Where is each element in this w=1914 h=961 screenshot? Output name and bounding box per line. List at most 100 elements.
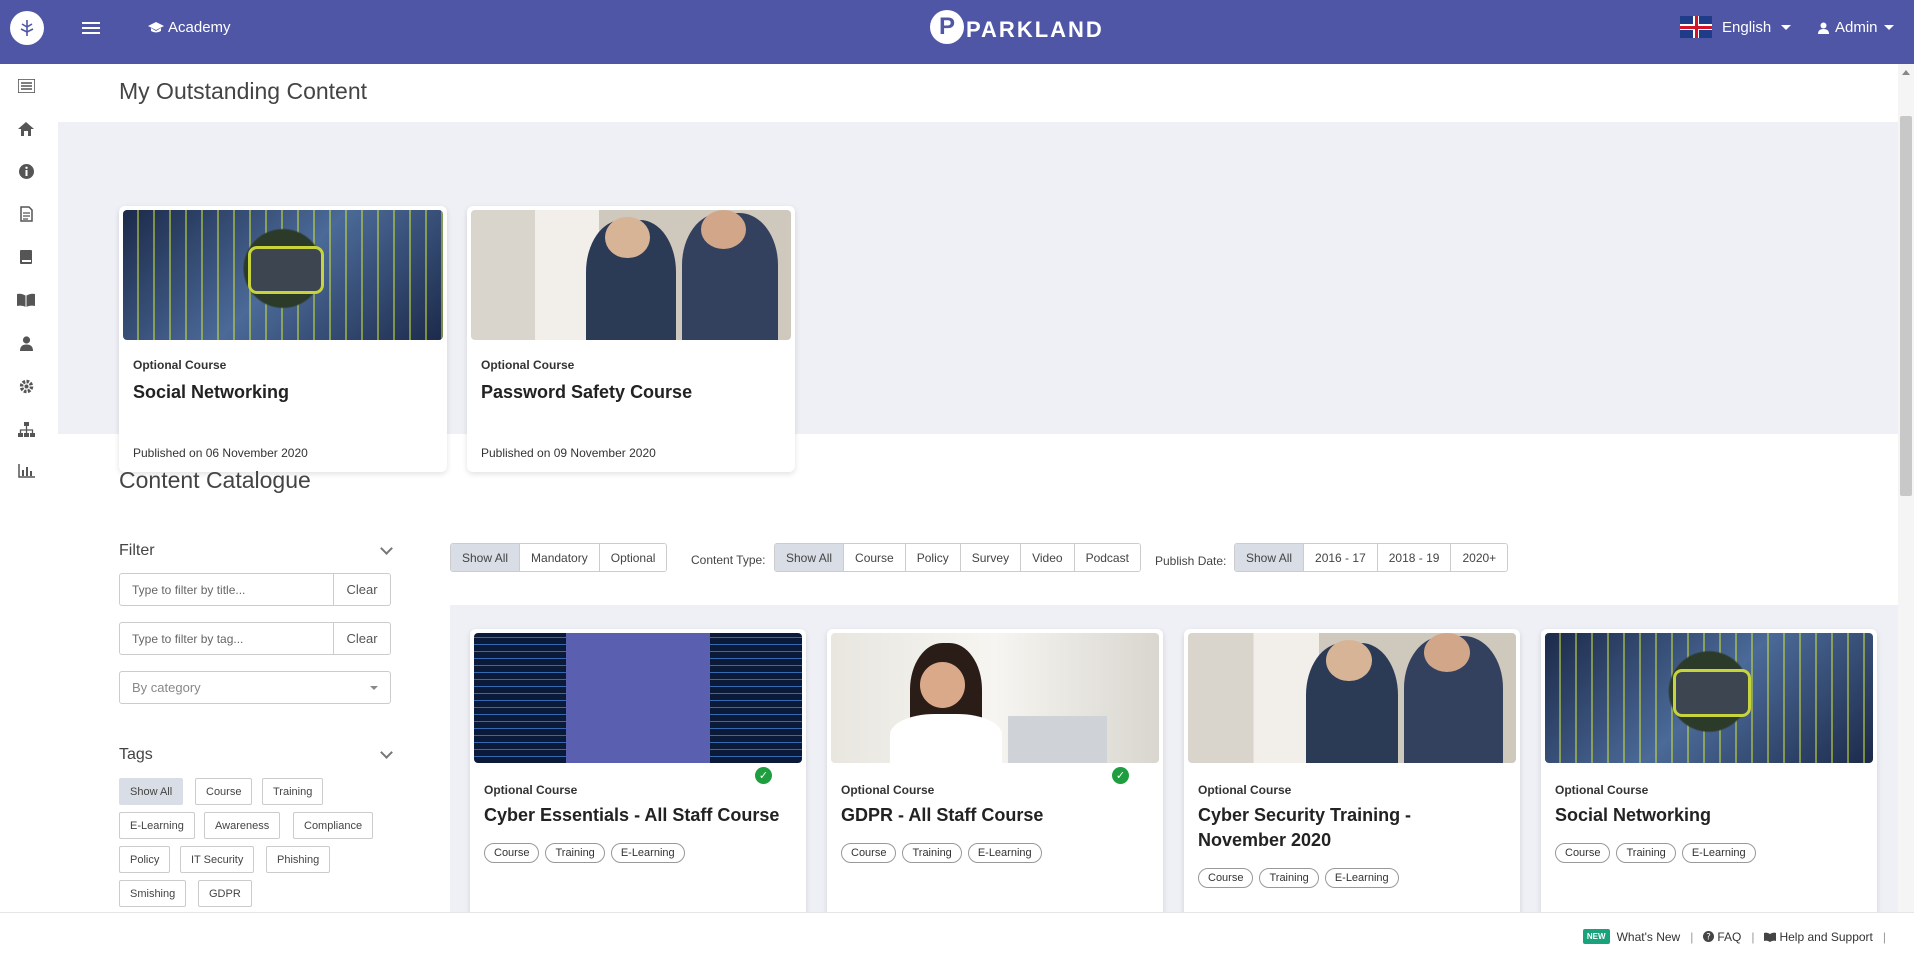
- clear-title-button[interactable]: Clear: [333, 574, 390, 605]
- content-type-podcast[interactable]: Podcast: [1074, 544, 1140, 571]
- info-icon[interactable]: [16, 161, 36, 181]
- scroll-up-icon[interactable]: [1902, 70, 1910, 75]
- content-type-show-all[interactable]: Show All: [775, 544, 845, 571]
- tag-filter: Clear: [119, 622, 391, 655]
- publish-date-2018-19[interactable]: 2018 - 19: [1377, 544, 1452, 571]
- tag-filter-training[interactable]: Training: [262, 778, 324, 805]
- book-icon[interactable]: [16, 247, 36, 267]
- tag-filter-compliance[interactable]: Compliance: [293, 812, 374, 839]
- tag-filter-gdpr[interactable]: GDPR: [198, 880, 252, 907]
- tag-pill[interactable]: Course: [484, 843, 540, 863]
- tag-pill[interactable]: E-Learning: [1681, 843, 1756, 863]
- content-kind: Optional Course: [481, 358, 575, 372]
- card-title: Cyber Security Training - November 2020: [1198, 805, 1412, 850]
- tag-pill[interactable]: E-Learning: [1324, 868, 1399, 888]
- completed-check-icon: ✓: [1112, 767, 1129, 784]
- new-badge: NEW: [1582, 929, 1610, 944]
- publish-date-label: Publish Date:: [1155, 554, 1227, 568]
- content-type-filter: Show All Course Policy Survey Video Podc…: [774, 543, 1141, 572]
- help-link[interactable]: Help and Support: [1764, 930, 1873, 944]
- tag-filter-smishing[interactable]: Smishing: [119, 880, 187, 907]
- outstanding-card[interactable]: Optional Course Social Networking Publis…: [119, 206, 447, 472]
- tags-section-toggle[interactable]: Tags: [119, 746, 393, 764]
- content-type-survey[interactable]: Survey: [960, 544, 1022, 571]
- requirement-optional[interactable]: Optional: [599, 544, 667, 571]
- course-thumbnail: [474, 633, 802, 763]
- chevron-down-icon: [1883, 25, 1894, 30]
- app-logo[interactable]: [10, 11, 44, 45]
- tag-pill[interactable]: E-Learning: [610, 843, 685, 863]
- content-type-policy[interactable]: Policy: [905, 544, 961, 571]
- category-placeholder: By category: [132, 680, 201, 695]
- user-menu[interactable]: Admin: [1818, 19, 1894, 36]
- tag-filter-input[interactable]: [120, 623, 333, 654]
- catalogue-card[interactable]: ✓ Optional Course Cyber Essentials - All…: [470, 629, 806, 924]
- content-type-video[interactable]: Video: [1021, 544, 1075, 571]
- title-filter-input[interactable]: [120, 574, 333, 605]
- publish-date-show-all[interactable]: Show All: [1235, 544, 1305, 571]
- list-icon[interactable]: [16, 76, 36, 96]
- tag-pill[interactable]: Course: [1198, 868, 1254, 888]
- publish-date-2016-17[interactable]: 2016 - 17: [1304, 544, 1378, 571]
- title-filter: Clear: [119, 573, 391, 606]
- catalogue-card[interactable]: Optional Course Social Networking Course…: [1541, 629, 1877, 924]
- chevron-down-icon: [370, 685, 378, 690]
- tag-pill[interactable]: Training: [1616, 843, 1676, 863]
- card-tags: Course Training E-Learning: [484, 843, 685, 863]
- publish-date-filter: Show All 2016 - 17 2018 - 19 2020+: [1234, 543, 1509, 572]
- clear-tag-button[interactable]: Clear: [333, 623, 390, 654]
- sitemap-icon[interactable]: [16, 419, 36, 439]
- tag-filter-show-all[interactable]: Show All: [119, 778, 184, 805]
- catalogue-grid: ✓ Optional Course Cyber Essentials - All…: [450, 605, 1898, 924]
- scrollbar-thumb[interactable]: [1900, 116, 1912, 496]
- main-content: My Outstanding Content Optional Course S…: [58, 64, 1898, 924]
- top-bar: Academy P PARKLAND English Admin: [0, 0, 1914, 64]
- content-kind: Optional Course: [484, 783, 578, 797]
- tag-pill[interactable]: Training: [545, 843, 605, 863]
- book-icon: [1764, 932, 1777, 942]
- outstanding-band: Optional Course Social Networking Publis…: [58, 122, 1898, 472]
- tag-filter-awareness[interactable]: Awareness: [204, 812, 281, 839]
- tag-filter-policy[interactable]: Policy: [119, 846, 171, 873]
- gear-icon[interactable]: [16, 376, 36, 396]
- card-title: Social Networking: [1555, 805, 1712, 825]
- catalogue-card[interactable]: ✓ Optional Course GDPR - All Staff Cours…: [827, 629, 1163, 924]
- whats-new-link[interactable]: NEW What's New: [1582, 929, 1680, 944]
- catalogue-card[interactable]: Optional Course Cyber Security Training …: [1184, 629, 1520, 924]
- brand-logo: P PARKLAND: [930, 10, 1104, 44]
- chevron-down-icon: [1781, 24, 1792, 30]
- tag-filter-e-learning[interactable]: E-Learning: [119, 812, 195, 839]
- outstanding-card[interactable]: Optional Course Password Safety Course P…: [467, 206, 795, 472]
- svg-text:?: ?: [1707, 933, 1712, 942]
- faq-link[interactable]: ? FAQ: [1703, 930, 1741, 944]
- tag-pill[interactable]: E-Learning: [967, 843, 1042, 863]
- tag-pill[interactable]: Training: [902, 843, 962, 863]
- tag-filter-phishing[interactable]: Phishing: [266, 846, 331, 873]
- tag-pill[interactable]: Course: [841, 843, 897, 863]
- tag-pill[interactable]: Training: [1259, 868, 1319, 888]
- user-icon: [1818, 22, 1829, 34]
- course-thumbnail: [123, 210, 443, 340]
- user-icon[interactable]: [16, 333, 36, 353]
- bar-chart-icon[interactable]: [16, 461, 36, 481]
- user-label: Admin: [1835, 19, 1878, 36]
- tag-filter-course[interactable]: Course: [195, 778, 253, 805]
- requirement-filter: Show All Mandatory Optional: [450, 543, 668, 572]
- content-type-course[interactable]: Course: [844, 544, 906, 571]
- requirement-show-all[interactable]: Show All: [451, 544, 521, 571]
- open-book-icon[interactable]: [16, 290, 36, 310]
- catalogue-title: Content Catalogue: [119, 467, 311, 493]
- page-scrollbar[interactable]: [1898, 64, 1914, 924]
- tag-filter-it-security[interactable]: IT Security: [180, 846, 255, 873]
- requirement-mandatory[interactable]: Mandatory: [520, 544, 600, 571]
- filter-section-toggle[interactable]: Filter: [119, 542, 393, 560]
- academy-link[interactable]: Academy: [148, 19, 231, 36]
- category-select[interactable]: By category: [119, 671, 391, 704]
- language-selector[interactable]: English: [1680, 16, 1792, 38]
- tag-pill[interactable]: Course: [1555, 843, 1611, 863]
- content-kind: Optional Course: [841, 783, 935, 797]
- publish-date-2020-plus[interactable]: 2020+: [1451, 544, 1508, 571]
- document-icon[interactable]: [16, 204, 36, 224]
- menu-toggle-icon[interactable]: [82, 19, 100, 35]
- home-icon[interactable]: [16, 119, 36, 139]
